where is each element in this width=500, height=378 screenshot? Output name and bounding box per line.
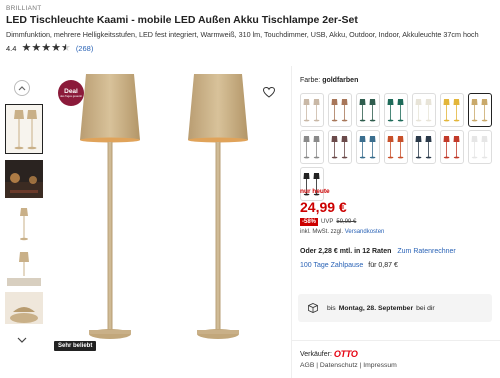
color-swatch-grid [300,93,495,201]
installment-calculator-link[interactable]: Zum Ratenrechner [397,248,455,255]
delivery-suffix: bei dir [416,304,435,312]
thumbnail-two-lamps[interactable] [5,104,43,154]
current-price: 24,99 € [300,199,347,215]
swatch-lamp-image [331,99,348,122]
seller-row: Verkäufer: OTTO [300,349,358,359]
swatch-lamp-image [471,136,488,159]
swatch-lamp-image [443,136,460,159]
bestseller-badge: Sehr beliebt [54,341,97,351]
color-swatch[interactable] [440,130,464,164]
rating-stars: ★ ★ ★ ★ ★ [21,42,71,54]
chevron-up-icon [18,86,26,91]
discount-row: -58% UVP 59,99 € [300,218,356,226]
wishlist-button[interactable] [262,85,276,103]
thumbnail-lamp-head-closeup[interactable] [5,292,43,324]
star-half-icon: ★ [60,42,71,54]
closeup-image [5,292,43,324]
vat-text: inkl. MwSt. zzgl. [300,229,344,235]
thumbnail-lamp-on-table[interactable] [5,248,43,288]
color-swatch[interactable] [300,93,324,127]
swatch-lamp-image [415,99,432,122]
deal-badge-subtitle: des Tages gesenkt [60,95,82,98]
color-label: Farbe: goldfarben [300,77,358,84]
color-swatch[interactable] [468,130,492,164]
swatch-lamp-image [303,99,320,122]
color-swatch[interactable] [384,130,408,164]
column-divider [291,66,292,378]
swatch-lamp-image [387,99,404,122]
rating-value: 4.4 [6,44,17,53]
thumbnail-scroll-up-button[interactable] [14,80,30,96]
color-swatch[interactable] [328,93,352,127]
color-swatch[interactable] [412,93,436,127]
color-swatch[interactable] [328,130,352,164]
color-swatch[interactable] [356,130,380,164]
main-product-image[interactable] [52,72,282,352]
review-count-link[interactable]: (268) [76,44,94,53]
uvp-label: UVP [321,219,334,225]
installment-text: Oder 2,28 € mtl. in 12 Raten [300,248,392,255]
night-scene-image [5,160,43,198]
swatch-lamp-image [415,136,432,159]
color-swatch[interactable] [356,93,380,127]
color-swatch[interactable] [300,167,324,201]
installment-row: Oder 2,28 € mtl. in 12 Raten Zum Ratenre… [300,248,456,255]
delivery-info-box: bis Montag, 28. September bei dir [298,294,492,322]
thumbnail-lamp-single[interactable] [5,204,43,244]
swatch-lamp-image [471,99,488,122]
swatch-lamp-image [443,99,460,122]
color-swatch[interactable] [440,93,464,127]
shipping-costs-link[interactable]: Versandkosten [345,229,385,235]
rating-row: 4.4 ★ ★ ★ ★ ★ (268) [6,42,94,54]
otto-logo[interactable]: OTTO [334,349,358,359]
single-lamp-image [20,208,28,241]
lamp-thumbnail-image [6,105,42,153]
thumbnail-lamps-night[interactable] [5,160,43,198]
product-title: LED Tischleuchte Kaami - mobile LED Auße… [6,14,358,26]
color-swatch[interactable] [384,93,408,127]
legal-links[interactable]: AGB | Datenschutz | Impressum [300,362,397,369]
deal-of-the-day-badge: Deal des Tages gesenkt [58,80,84,106]
heart-icon [262,86,276,98]
price-label: nur heute [300,188,330,195]
color-swatch[interactable] [468,93,492,127]
color-swatch[interactable] [412,130,436,164]
star-icon: ★ [21,42,32,54]
color-swatch[interactable] [300,130,324,164]
lamp-table-image [7,252,41,286]
swatch-lamp-image [387,136,404,159]
uvp-price: 59,99 € [336,219,357,225]
package-icon [308,303,318,313]
selected-color-name: goldfarben [322,77,359,84]
payment-pause-row: 100 Tage Zahlpause für 0,87 € [300,262,398,269]
delivery-date: Montag, 28. September [338,304,414,312]
thumbnail-scroll-down-button[interactable] [17,331,27,349]
swatch-lamp-image [359,136,376,159]
payment-pause-link[interactable]: 100 Tage Zahlpause [300,262,363,269]
payment-pause-text: für 0,87 € [368,262,398,269]
star-icon: ★ [31,42,42,54]
swatch-lamp-image [359,99,376,122]
color-label-prefix: Farbe: [300,77,321,84]
seller-label: Verkäufer: [300,350,332,358]
deal-badge-title: Deal [64,88,78,95]
swatch-lamp-image [331,136,348,159]
delivery-prefix: bis [327,304,336,312]
product-subtitle: Dimmfunktion, mehrere Helligkeitsstufen,… [6,30,479,39]
swatch-lamp-image [303,136,320,159]
star-icon: ★ [41,42,52,54]
vat-row: inkl. MwSt. zzgl. Versandkosten [300,229,384,235]
section-divider [292,340,500,341]
chevron-down-icon [17,337,27,343]
star-icon: ★ [51,42,61,54]
discount-badge: -58% [300,218,319,226]
brand-name[interactable]: BRILLIANT [6,5,42,12]
